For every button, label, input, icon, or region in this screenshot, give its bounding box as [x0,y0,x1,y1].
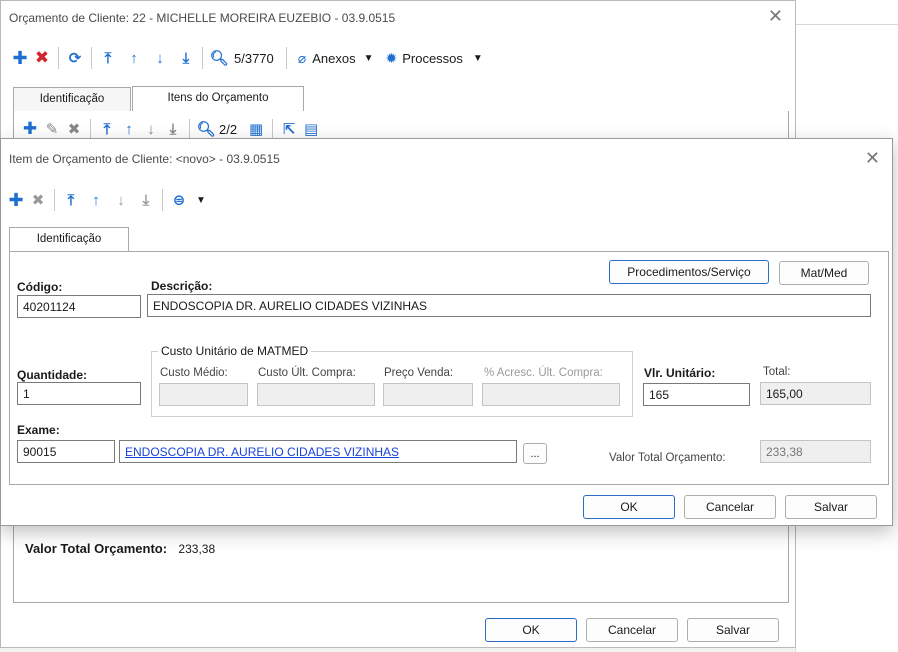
dialog-valor-total-field: 233,38 [760,440,871,463]
toolbar-separator [58,47,59,69]
main-salvar-button[interactable]: Salvar [687,618,779,642]
vlr-unitario-field[interactable]: 165 [643,383,750,406]
sub-record-counter: 2/2 [219,121,238,137]
close-icon[interactable]: ✕ [768,6,783,27]
up-arrow-icon[interactable]: ↑ [123,45,145,71]
last-icon[interactable]: ⤓ [162,119,184,139]
toolbar-separator [202,47,203,69]
toolbar-separator [54,189,55,211]
plus-icon[interactable]: ✚ [5,187,27,213]
background-divider [796,24,898,25]
total-label: Total: [763,366,791,378]
search-icon[interactable]: 🔍︎ [208,45,230,71]
main-window-title: Orçamento de Cliente: 22 - MICHELLE MORE… [9,11,396,25]
down-arrow-icon[interactable]: ↓ [149,45,171,71]
last-icon[interactable]: ⤓ [135,187,157,213]
quantidade-field[interactable]: 1 [17,382,141,405]
vlr-unitario-label: Vlr. Unitário: [644,366,716,380]
custo-medio-field [159,383,248,406]
dialog-tab-identificacao[interactable]: Identificação [9,227,129,252]
processos-menu[interactable]: ✹ Processos ▼ [385,50,482,67]
main-cancelar-button[interactable]: Cancelar [586,618,678,642]
dialog-cancelar-button[interactable]: Cancelar [684,495,776,519]
descricao-field[interactable]: ENDOSCOPIA DR. AURELIO CIDADES VIZINHAS [147,294,871,317]
anexos-menu[interactable]: ⌀ Anexos ▼ [298,50,374,67]
toolbar-separator [91,47,92,69]
dialog-toolbar: ✚ ✖ ⤒ ↑ ↓ ⤓ ⊜ ▼ [5,185,206,215]
record-counter: 5/3770 [234,50,274,66]
dialog-titlebar: Item de Orçamento de Cliente: <novo> - 0… [1,139,892,177]
first-icon[interactable]: ⤒ [60,187,82,213]
down-arrow-icon[interactable]: ↓ [140,119,162,139]
exame-description-link[interactable]: ENDOSCOPIA DR. AURELIO CIDADES VIZINHAS [125,445,399,459]
main-valor-total-value: 233,38 [178,542,216,556]
first-icon[interactable]: ⤒ [97,45,119,71]
dialog-ok-button[interactable]: OK [583,495,675,519]
dialog-title: Item de Orçamento de Cliente: <novo> - 0… [9,152,280,166]
export-icon[interactable]: ⇱ [278,119,300,139]
x-icon[interactable]: ✖ [27,187,49,213]
codigo-label: Código: [17,280,63,294]
quantidade-label: Quantidade: [17,368,88,382]
toolbar-separator [189,119,190,139]
main-valor-total-label: Valor Total Orçamento: [25,541,168,556]
anexos-label: Anexos [312,50,356,66]
preco-venda-field [383,383,473,406]
chevron-down-icon: ▼ [472,52,483,64]
custo-ult-compra-label: Custo Últ. Compra: [258,367,356,379]
toolbar-separator [90,119,91,139]
dialog-valor-total-label: Valor Total Orçamento: [609,452,726,464]
toolbar-separator [162,189,163,211]
tab-identificacao[interactable]: Identificação [13,87,131,111]
acresc-ult-compra-label: % Acresc. Últ. Compra: [484,367,603,379]
exame-browse-button[interactable]: ... [523,443,547,464]
preco-venda-label: Preço Venda: [384,367,454,379]
tab-itens-do-orcamento[interactable]: Itens do Orçamento [132,86,304,111]
down-arrow-icon[interactable]: ↓ [110,187,132,213]
close-icon[interactable]: ✕ [865,148,880,169]
sub-toolbar: ✚ ✎ ✖ ⤒ ↑ ↓ ⤓ 🔍︎ 2/2 ▦ ⇱ ▤ [19,119,322,139]
up-arrow-icon[interactable]: ↑ [85,187,107,213]
paperclip-icon: ⌀ [297,49,307,66]
grid-icon[interactable]: ▦ [245,119,267,139]
document-icon[interactable]: ▤ [300,119,322,139]
acresc-ult-compra-field [482,383,620,406]
refresh-icon[interactable]: ⟳ [64,45,86,71]
dialog-salvar-button[interactable]: Salvar [785,495,877,519]
plus-icon[interactable]: ✚ [19,119,41,139]
edit-icon[interactable]: ✎ [41,119,63,139]
procedimentos-servico-button[interactable]: Procedimentos/Serviço [609,260,769,284]
chevron-down-icon: ▼ [363,52,374,64]
matmed-button[interactable]: Mat/Med [779,261,869,285]
up-arrow-icon[interactable]: ↑ [118,119,140,139]
total-field: 165,00 [760,382,871,405]
first-icon[interactable]: ⤒ [96,119,118,139]
last-icon[interactable]: ⤓ [175,45,197,71]
custo-ult-compra-field [257,383,375,406]
main-titlebar: Orçamento de Cliente: 22 - MICHELLE MORE… [1,1,795,35]
custo-unitario-group-label: Custo Unitário de MATMED [158,344,312,358]
main-ok-button[interactable]: OK [485,618,577,642]
item-dialog: Item de Orçamento de Cliente: <novo> - 0… [0,138,893,526]
x-icon[interactable]: ✖ [31,45,53,71]
search-icon[interactable]: 🔍︎ [195,119,217,139]
descricao-label: Descrição: [151,279,213,293]
toolbar-separator [272,119,274,139]
disk-icon[interactable]: ⊜ [168,187,190,213]
exame-code-field[interactable]: 90015 [17,440,115,463]
processos-label: Processos [402,50,463,66]
exame-description-field[interactable]: ENDOSCOPIA DR. AURELIO CIDADES VIZINHAS [119,440,517,463]
gear-icon: ✹ [385,49,398,66]
codigo-field[interactable]: 40201124 [17,295,141,318]
main-toolbar: ✚ ✖ ⟳ ⤒ ↑ ↓ ⤓ 🔍︎ 5/3770 ⌀ Anexos ▼ ✹ Pro… [9,43,483,73]
x-icon[interactable]: ✖ [63,119,85,139]
main-valor-total: Valor Total Orçamento: 233,38 [25,541,215,556]
plus-icon[interactable]: ✚ [9,45,31,71]
chevron-down-icon[interactable]: ▼ [196,195,206,206]
exame-label: Exame: [17,423,60,437]
toolbar-separator [285,47,287,69]
custo-medio-label: Custo Médio: [160,367,228,379]
